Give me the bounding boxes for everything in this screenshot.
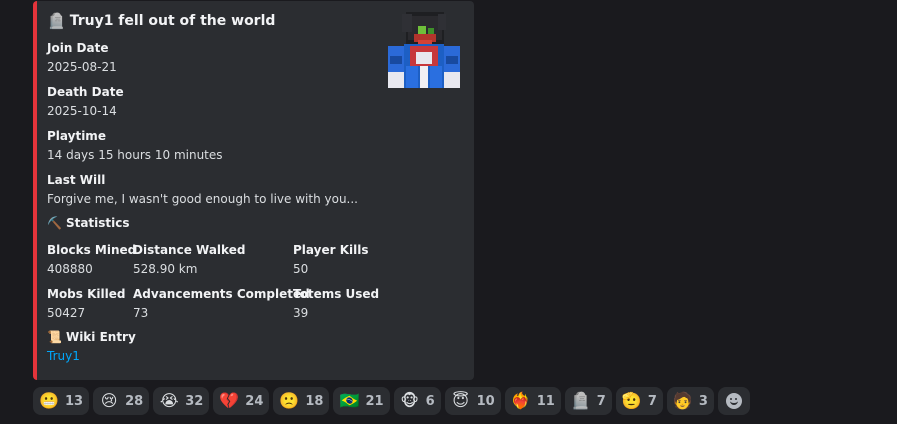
player-skin-avatar — [388, 12, 460, 88]
statistics-header: ⛏️ Statistics — [47, 216, 130, 235]
frowning-face-icon: 🙁 — [279, 391, 300, 410]
field-wiki-entry: 📜 Wiki Entry Truy1 — [47, 330, 136, 363]
reactions-bar: 😬 13 😢 28 😭 32 💔 24 🙁 18 🇧🇷 21 🐵 6 😇 10 … — [33, 387, 750, 415]
stat-player-kills: Player Kills 50 — [293, 243, 368, 276]
broken-heart-icon: 💔 — [219, 391, 240, 410]
stat-mobs-killed: Mobs Killed 50427 — [47, 287, 125, 320]
saluting-face-icon: 🫡 — [621, 391, 642, 410]
field-death-date-value: 2025-10-14 — [47, 104, 117, 118]
reaction-button[interactable]: 😬 13 — [33, 387, 90, 415]
headstone-icon: 🪦 — [570, 391, 591, 410]
reaction-button[interactable]: 🇧🇷 21 — [333, 387, 390, 415]
reaction-count: 24 — [245, 393, 264, 409]
add-reaction-button[interactable] — [717, 387, 750, 415]
stat-advancements-completed: Advancements Completed 73 — [133, 287, 310, 320]
stat-value: 73 — [133, 306, 149, 320]
field-playtime-value: 14 days 15 hours 10 minutes — [47, 148, 223, 162]
blocky-face-icon: 🧑 — [672, 391, 693, 410]
reaction-count: 7 — [647, 393, 657, 409]
heart-on-fire-icon: ❤️‍🔥 — [510, 391, 531, 410]
stat-distance-walked: Distance Walked 528.90 km — [133, 243, 245, 276]
reaction-button[interactable]: 🐵 6 — [393, 387, 441, 415]
field-join-date-value: 2025-08-21 — [47, 60, 117, 74]
field-death-date-name: Death Date — [47, 85, 124, 99]
reaction-button[interactable]: 😭 32 — [153, 387, 210, 415]
reaction-button[interactable]: 💔 24 — [213, 387, 270, 415]
pickaxe-icon: ⛏️ — [47, 216, 62, 230]
angel-face-icon: 😇 — [452, 391, 469, 410]
stat-name: Blocks Mined — [47, 243, 137, 257]
reaction-button[interactable]: 🪦 7 — [564, 387, 612, 415]
stat-name: Totems Used — [293, 287, 380, 301]
reaction-count: 18 — [305, 393, 324, 409]
stat-value: 50 — [293, 262, 309, 276]
field-last-will-value: Forgive me, I wasn't good enough to live… — [47, 192, 358, 206]
stat-value: 528.90 km — [133, 262, 198, 276]
add-reaction-icon — [725, 393, 742, 409]
brazil-flag-icon: 🇧🇷 — [339, 391, 360, 410]
wiki-entry-title: Wiki Entry — [65, 330, 136, 344]
stat-value: 408880 — [47, 262, 93, 276]
statistics-title: Statistics — [65, 216, 130, 230]
reaction-count: 32 — [185, 393, 204, 409]
reaction-count: 28 — [125, 393, 144, 409]
stat-value: 50427 — [47, 306, 86, 320]
reaction-button[interactable]: ❤️‍🔥 11 — [504, 387, 561, 415]
scroll-icon: 📜 — [47, 330, 62, 344]
death-embed: 🪦 Truy1 fell out of the world Join Date … — [33, 1, 474, 380]
reaction-count: 13 — [65, 393, 84, 409]
reaction-count: 10 — [476, 393, 495, 409]
stat-name: Player Kills — [293, 243, 369, 257]
stat-value: 39 — [293, 306, 309, 320]
field-join-date: Join Date 2025-08-21 — [47, 41, 117, 74]
embed-title-text: Truy1 fell out of the world — [69, 13, 276, 29]
field-join-date-name: Join Date — [47, 41, 109, 55]
reaction-count: 6 — [425, 393, 435, 409]
headstone-icon: 🪦 — [47, 12, 66, 30]
stat-name: Advancements Completed — [133, 287, 310, 301]
embed-title: 🪦 Truy1 fell out of the world — [47, 12, 275, 30]
stat-name: Distance Walked — [133, 243, 246, 257]
monkey-face-icon: 🐵 — [400, 391, 419, 410]
reaction-count: 3 — [698, 393, 708, 409]
reaction-button[interactable]: 🙁 18 — [273, 387, 330, 415]
crying-face-icon: 😢 — [100, 391, 118, 410]
field-last-will: Last Will Forgive me, I wasn't good enou… — [47, 173, 358, 206]
reaction-button[interactable]: 🧑 3 — [666, 387, 714, 415]
wiki-entry-link[interactable]: Truy1 — [47, 349, 136, 363]
reaction-count: 21 — [365, 393, 384, 409]
reaction-count: 7 — [596, 393, 606, 409]
field-playtime: Playtime 14 days 15 hours 10 minutes — [47, 129, 223, 162]
grimace-icon: 😬 — [39, 391, 59, 410]
reaction-button[interactable]: 😇 10 — [444, 387, 501, 415]
reaction-button[interactable]: 😢 28 — [93, 387, 150, 415]
field-playtime-name: Playtime — [47, 129, 106, 143]
stat-totems-used: Totems Used 39 — [293, 287, 379, 320]
sobbing-face-icon: 😭 — [159, 391, 179, 410]
reaction-button[interactable]: 🫡 7 — [615, 387, 663, 415]
field-death-date: Death Date 2025-10-14 — [47, 85, 124, 118]
stat-name: Mobs Killed — [47, 287, 126, 301]
reaction-count: 11 — [536, 393, 555, 409]
field-last-will-name: Last Will — [47, 173, 106, 187]
stat-blocks-mined: Blocks Mined 408880 — [47, 243, 136, 276]
